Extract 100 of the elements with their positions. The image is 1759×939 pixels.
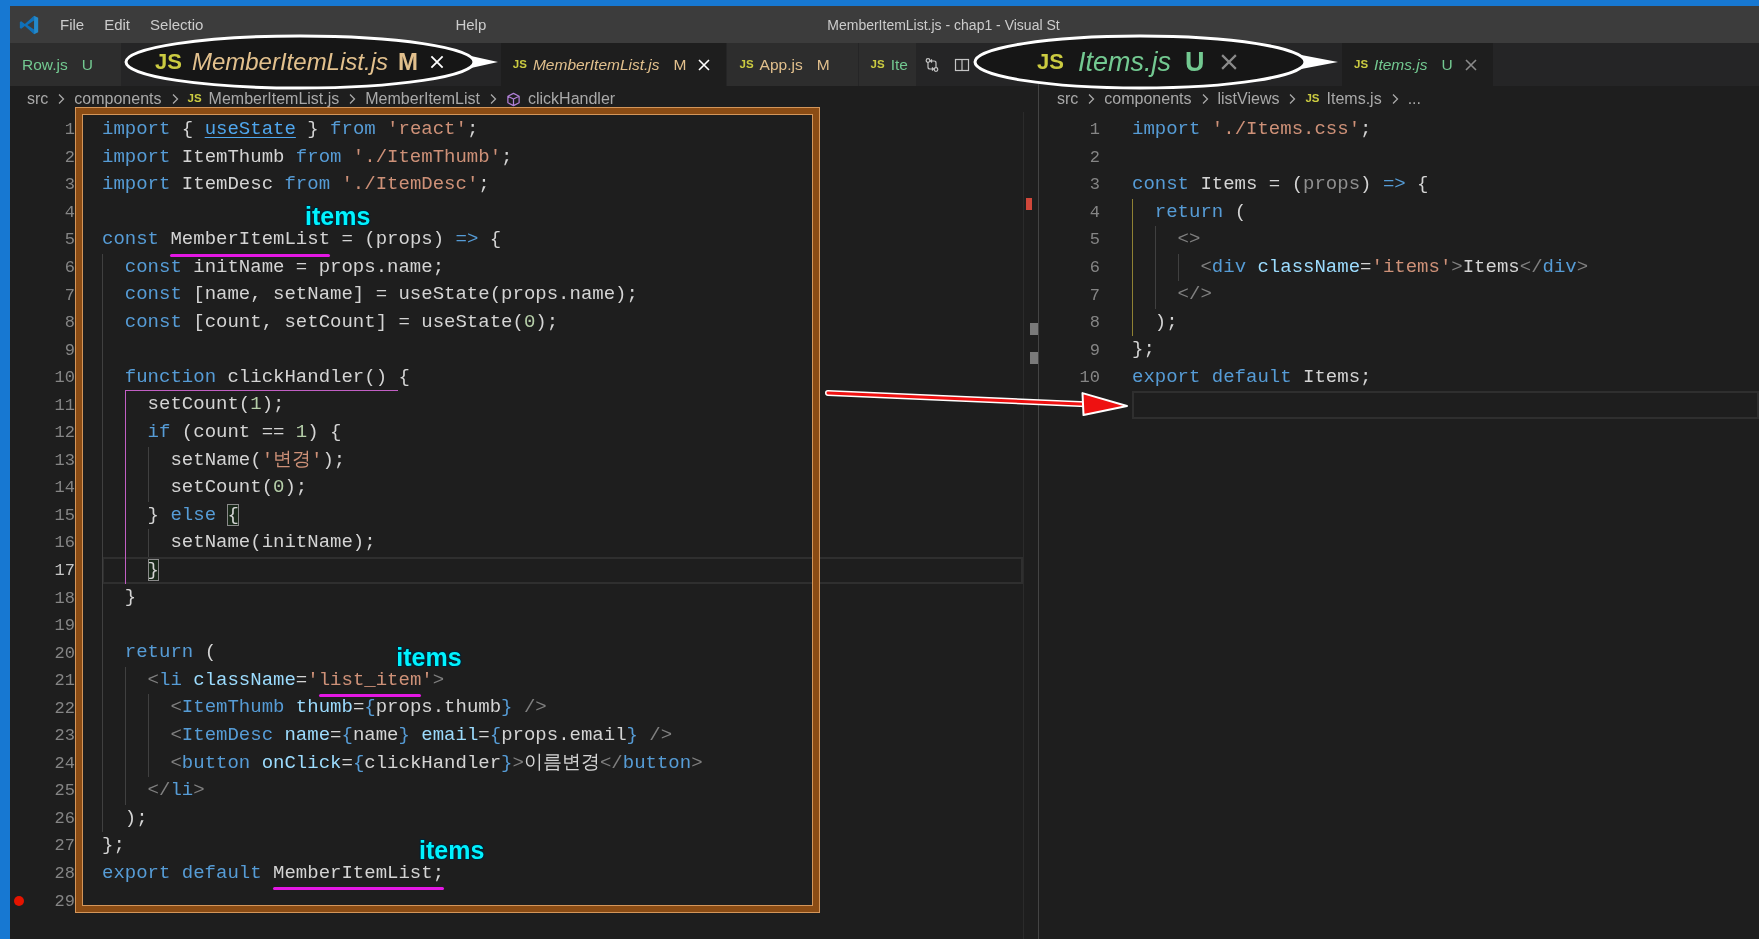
code-line: import { useState } from 'react'; <box>102 118 479 140</box>
breadcrumb-item[interactable]: MemberItemList <box>365 91 480 107</box>
editor-tab[interactable]: JS MemberItemList.js M <box>500 43 728 86</box>
annotation-label: items <box>419 837 485 863</box>
code-line: } <box>124 586 137 609</box>
line-number: 4 <box>64 203 75 221</box>
breadcrumb-item[interactable]: MemberItemList.js <box>208 91 340 107</box>
line-number: 6 <box>1089 259 1100 276</box>
line-number: 9 <box>1089 341 1100 359</box>
menu-item[interactable]: Selectio <box>140 17 214 32</box>
line-number: 15 <box>54 506 75 524</box>
git-status: M <box>816 55 830 74</box>
line-number: 7 <box>64 286 75 304</box>
close-icon[interactable] <box>696 56 713 73</box>
cube-icon <box>506 91 521 107</box>
breadcrumb-item[interactable]: src <box>27 91 49 107</box>
line-number: 20 <box>54 644 75 662</box>
code-line: return ( <box>1154 200 1247 223</box>
line-number: 12 <box>54 424 75 442</box>
line-number: 16 <box>54 534 75 552</box>
breadcrumb-item[interactable]: components <box>1104 91 1192 107</box>
file-type-label: JS <box>187 93 202 105</box>
code-line: const Items = (props) => { <box>1132 173 1429 196</box>
editor-tab[interactable]: JS Ite <box>858 43 917 86</box>
code-line: <li className='list_item'> <box>147 668 445 691</box>
line-number: 8 <box>64 314 75 332</box>
editor-tab[interactable]: JS Items.js U <box>1342 43 1494 86</box>
file-name: MemberItemList.js <box>191 50 388 74</box>
code-line: ); <box>1154 310 1178 333</box>
code-line: </li> <box>147 779 205 802</box>
code-line: <ItemDesc name={name} email={props.email} /> <box>170 724 673 747</box>
split-editor-icon[interactable] <box>953 56 970 73</box>
line-number: 17 <box>54 562 75 579</box>
line-number: 1 <box>1089 121 1100 139</box>
editor-tab[interactable]: JS App.js M <box>727 43 859 86</box>
code-line: setName(initName); <box>170 531 376 554</box>
line-number: 10 <box>54 369 75 387</box>
file-type-label: JS <box>1305 93 1320 105</box>
menu-item[interactable]: Help <box>445 17 497 32</box>
line-number: 7 <box>1089 286 1100 304</box>
code-line: } else { <box>147 503 239 526</box>
file-type-label: JS <box>739 58 754 71</box>
line-number: 3 <box>64 176 75 194</box>
file-type-label: JS <box>1354 58 1369 71</box>
code-line: import './Items.css'; <box>1132 118 1372 140</box>
file-type-label: JS <box>512 58 527 71</box>
code-line: const [name, setName] = useState(props.name); <box>124 283 638 306</box>
breakpoint-icon[interactable] <box>14 896 24 907</box>
git-status: U <box>81 55 93 74</box>
code-line: const [count, setCount] = useState(0); <box>124 310 559 333</box>
line-number: 18 <box>54 589 75 607</box>
line-number: 4 <box>1089 203 1100 221</box>
file-type-label: JS <box>155 51 182 73</box>
breadcrumb-item[interactable]: clickHandler <box>528 91 616 107</box>
git-status: M <box>397 50 418 74</box>
annotation-label: items <box>396 644 462 670</box>
line-number: 1 <box>64 121 75 139</box>
file-type-label: JS <box>1037 51 1064 73</box>
menu-item[interactable]: File <box>50 17 95 32</box>
file-name: Items.js <box>1077 48 1171 76</box>
line-number: 11 <box>54 396 75 414</box>
code-line: import ItemDesc from './ItemDesc'; <box>102 173 490 196</box>
line-number: 5 <box>64 231 75 249</box>
line-number: 2 <box>64 148 75 166</box>
code-line: setCount(0); <box>170 476 308 499</box>
line-number: 9 <box>64 341 75 359</box>
code-line: const MemberItemList = (props) => { <box>102 228 502 251</box>
line-number: 25 <box>54 782 75 800</box>
breadcrumb-item[interactable]: components <box>74 91 162 107</box>
git-status: M <box>673 55 687 74</box>
compare-changes-icon[interactable] <box>923 56 940 73</box>
app-logo <box>18 13 40 36</box>
code-line: setName('변경'); <box>170 448 346 471</box>
code-line: export default MemberItemList; <box>102 861 445 884</box>
editor-tab[interactable]: Row.js U <box>10 43 122 86</box>
code-line: setCount(1); <box>147 393 285 416</box>
line-number: 27 <box>54 837 75 855</box>
code-line: function clickHandler() { <box>124 365 410 388</box>
overview-ruler[interactable] <box>1023 112 1038 939</box>
code-line: <> <box>1177 228 1201 251</box>
line-number: 29 <box>54 892 75 910</box>
breadcrumb-item[interactable]: ... <box>1407 91 1421 107</box>
line-number: 8 <box>1089 314 1100 332</box>
line-number: 26 <box>54 809 75 827</box>
annotation-label: items <box>305 204 371 230</box>
breadcrumb-item[interactable]: listViews <box>1217 91 1280 107</box>
code-line: <div className='items'>Items</div> <box>1200 255 1589 278</box>
window-title: MemberItemList.js - chap1 - Visual St <box>827 17 1060 32</box>
menu-item[interactable]: Edit <box>94 17 141 32</box>
line-number: 24 <box>54 754 75 772</box>
breadcrumb-item[interactable]: Items.js <box>1326 91 1382 107</box>
line-number: 13 <box>54 451 75 469</box>
breadcrumb-item[interactable]: src <box>1057 91 1079 107</box>
line-number: 10 <box>1079 369 1100 387</box>
git-status: U <box>1184 48 1205 76</box>
code-line: }; <box>1132 338 1155 361</box>
line-number: 23 <box>54 727 75 745</box>
code-line: const initName = props.name; <box>124 255 445 278</box>
line-number: 2 <box>1089 148 1100 166</box>
code-line: return ( <box>124 641 217 664</box>
